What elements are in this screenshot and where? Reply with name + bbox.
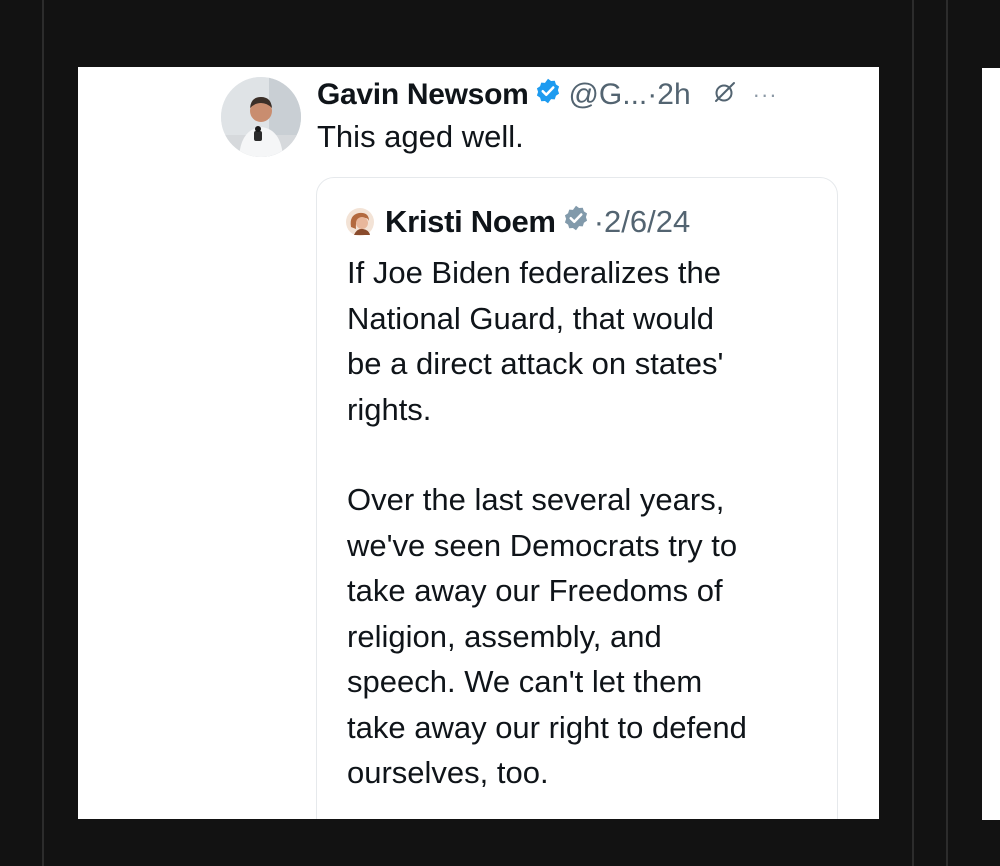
quoted-tweet-header: Kristi Noem · 2/6/24: [345, 200, 690, 244]
quoted-paragraph-2: Over the last several years, we've seen …: [347, 477, 827, 796]
quoted-tweet-date[interactable]: 2/6/24: [604, 204, 690, 240]
quoted-tweet-text: If Joe Biden federalizes the National Gu…: [347, 250, 827, 796]
text-line: If Joe Biden federalizes the: [347, 255, 721, 290]
text-line: Over the last several years,: [347, 482, 725, 517]
text-line: be a direct attack on states': [347, 346, 724, 381]
text-line: ourselves, too.: [347, 755, 549, 790]
text-line: speech. We can't let them: [347, 664, 703, 699]
quoted-paragraph-1: If Joe Biden federalizes the National Gu…: [347, 250, 827, 432]
quoted-author-name[interactable]: Kristi Noem: [385, 204, 556, 240]
frame-divider-right-2: [946, 0, 948, 866]
gray-verified-badge-icon: [562, 204, 590, 240]
text-line: National Guard, that would: [347, 300, 715, 336]
author-avatar[interactable]: [221, 77, 301, 157]
text-line: we've seen Democrats try to: [347, 527, 738, 563]
adjacent-card: [982, 68, 1000, 820]
verified-badge-icon: [534, 77, 562, 113]
meta-separator: ·: [647, 78, 658, 111]
tweet-card[interactable]: Gavin Newsom @G... · 2h ··· This aged we…: [78, 67, 879, 819]
tweet-text: This aged well.: [317, 119, 524, 154]
tweet-header: Gavin Newsom @G... · 2h ···: [317, 73, 778, 117]
quoted-author-avatar[interactable]: [345, 207, 375, 237]
tweet-timestamp[interactable]: 2h: [657, 78, 690, 112]
text-line: rights.: [347, 391, 432, 427]
author-handle[interactable]: @G...: [568, 78, 647, 112]
text-line: religion, assembly, and: [347, 618, 662, 654]
quoted-tweet[interactable]: Kristi Noem · 2/6/24 If Joe Biden federa…: [316, 177, 838, 819]
frame-divider-left: [42, 0, 44, 866]
more-icon[interactable]: ···: [753, 82, 778, 108]
quoted-date-separator: ·: [593, 204, 605, 239]
text-line: take away our right to defend: [347, 709, 747, 745]
grok-icon[interactable]: [713, 80, 737, 111]
author-name[interactable]: Gavin Newsom: [317, 78, 529, 112]
text-line: take away our Freedoms of: [347, 573, 723, 608]
frame-divider-right-1: [912, 0, 914, 866]
